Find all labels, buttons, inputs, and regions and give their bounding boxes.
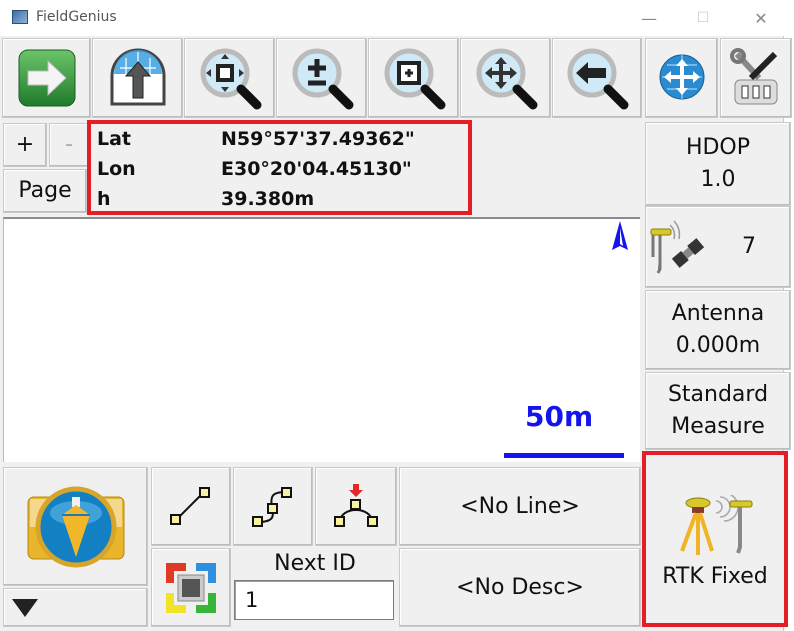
- north-arrow-icon: [612, 221, 628, 250]
- zoom-previous-button[interactable]: [552, 38, 642, 118]
- hdop-label: HDOP: [685, 135, 751, 160]
- zoom-minus-button[interactable]: -: [49, 123, 89, 167]
- next-button[interactable]: [2, 38, 91, 118]
- page-button[interactable]: Page: [3, 169, 87, 213]
- pan-magnifier-icon: [476, 48, 537, 110]
- height-value: 39.380m: [221, 188, 315, 210]
- coordinate-readout: Lat N59°57'37.49362" Lon E30°20'04.45130…: [87, 120, 472, 215]
- globe-move-icon: [659, 54, 704, 100]
- zoom-plus-minus-magnifier-icon: [292, 48, 353, 110]
- antenna-button[interactable]: Antenna 0.000m: [645, 290, 791, 370]
- zoom-window-button[interactable]: [368, 38, 459, 118]
- globe-up-arrow-icon: [110, 48, 165, 106]
- satellites-button[interactable]: 7: [645, 206, 791, 288]
- measure-dropdown-button[interactable]: [3, 588, 148, 627]
- curve-tool-button[interactable]: [233, 467, 313, 546]
- spline-curve-icon: [252, 486, 292, 527]
- lon-value: E30°20'04.45130": [221, 158, 412, 180]
- hdop-value: 1.0: [700, 167, 736, 192]
- antenna-label: Antenna: [671, 301, 765, 326]
- line-tool-button[interactable]: [151, 467, 231, 546]
- window-title: FieldGenius: [36, 9, 117, 25]
- scale-label: 50m: [525, 400, 594, 433]
- zoom-previous-magnifier-icon: [567, 48, 629, 110]
- line-selector-button[interactable]: <No Line>: [399, 467, 641, 546]
- zoom-extents-button[interactable]: [184, 38, 275, 118]
- green-right-arrow-icon: [18, 49, 75, 107]
- upload-globe-button[interactable]: [92, 38, 183, 118]
- scale-bar: [504, 453, 624, 458]
- zoom-extents-magnifier-icon: [200, 48, 261, 110]
- rtk-status-label: RTK Fixed: [662, 564, 768, 589]
- satellite-count: 7: [742, 234, 756, 259]
- rtk-status-button[interactable]: RTK Fixed: [642, 451, 788, 627]
- measure-mode-button[interactable]: Standard Measure: [645, 372, 791, 450]
- layers-color-icon: [166, 562, 216, 613]
- rtk-base-rover-icon: [680, 495, 753, 555]
- satellite-icon: [650, 220, 705, 274]
- next-id-input[interactable]: 1: [234, 580, 394, 620]
- zoom-window-magnifier-icon: [384, 48, 445, 110]
- zoom-plus-button[interactable]: +: [3, 123, 47, 167]
- description-selector-button[interactable]: <No Desc>: [399, 548, 641, 627]
- arc-point-icon: [334, 483, 378, 527]
- antenna-value: 0.000m: [675, 333, 761, 358]
- globe-pan-button[interactable]: [645, 38, 718, 118]
- title-bar: FieldGenius — ☐ ✕: [0, 0, 794, 36]
- mode-line2: Measure: [671, 414, 765, 439]
- mode-line1: Standard: [667, 382, 769, 407]
- lat-label: Lat: [97, 128, 132, 150]
- next-id-label: Next ID: [274, 551, 356, 576]
- plumb-bob-icon: [27, 486, 124, 567]
- layers-button[interactable]: [151, 548, 231, 627]
- straight-line-icon: [170, 486, 210, 525]
- zoom-in-out-button[interactable]: [276, 38, 367, 118]
- measure-button[interactable]: [3, 467, 148, 586]
- tools-settings-icon: [730, 48, 778, 105]
- pan-button[interactable]: [460, 38, 551, 118]
- app-icon: [12, 10, 28, 24]
- instrument-settings-button[interactable]: [720, 38, 792, 118]
- dropdown-triangle-icon: [12, 598, 38, 617]
- arc-tool-button[interactable]: [315, 467, 397, 546]
- minimize-button[interactable]: —: [626, 0, 672, 36]
- height-label: h: [97, 188, 111, 210]
- lat-value: N59°57'37.49362": [221, 128, 415, 150]
- close-button[interactable]: ✕: [738, 0, 784, 36]
- lon-label: Lon: [97, 158, 136, 180]
- hdop-button[interactable]: HDOP 1.0: [645, 122, 791, 206]
- maximize-button[interactable]: ☐: [680, 0, 726, 36]
